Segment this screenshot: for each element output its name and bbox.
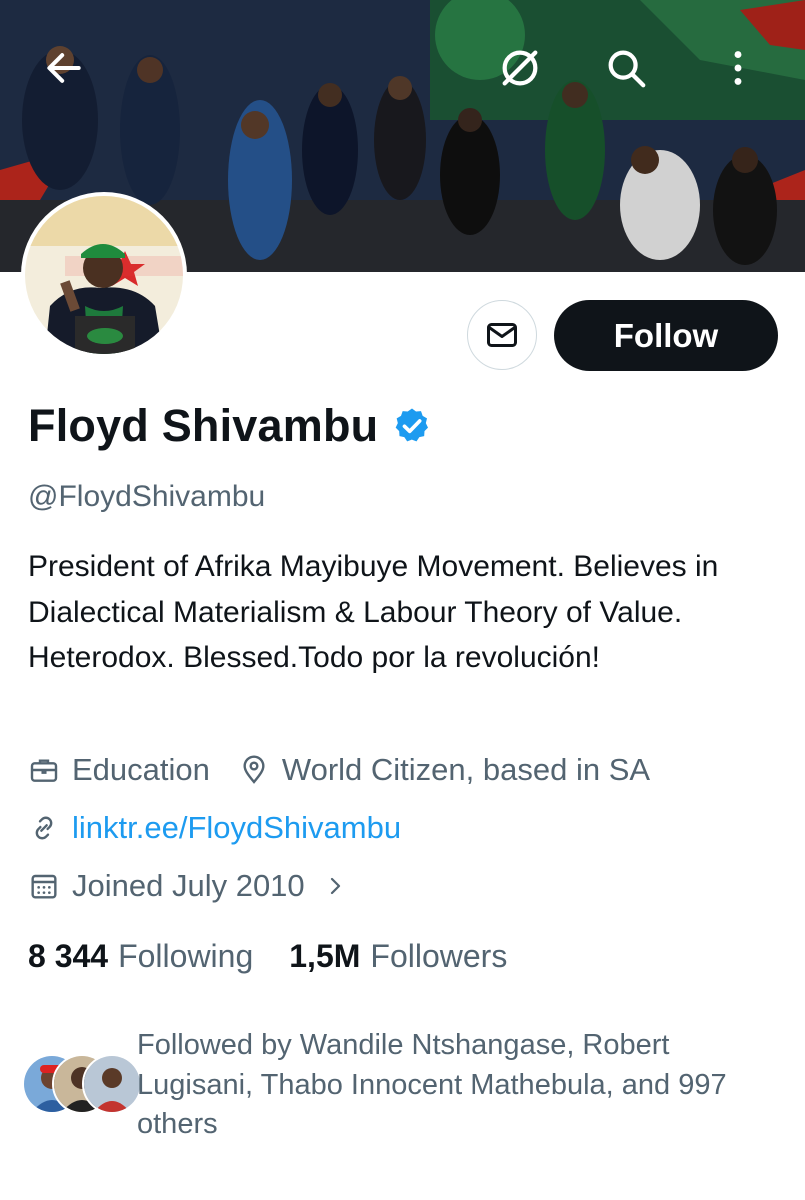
joined-row[interactable]: Joined July 2010 [28,868,359,904]
back-arrow-icon [47,53,81,83]
website-row: linktr.ee/FloydShivambu [28,810,401,846]
profile-bio: President of Afrika Mayibuye Movement. B… [28,550,719,674]
following-label: Following [118,938,254,974]
message-button[interactable] [467,300,537,370]
grok-button[interactable] [496,44,544,92]
chevron-right-icon [323,872,347,900]
location-pin-icon [238,754,270,786]
profile-handle: @FloydShivambu [28,480,266,513]
calendar-icon [28,870,60,902]
briefcase-icon [28,754,60,786]
follow-stats: 8 344 Following 1,5M Followers [28,938,507,975]
website-link[interactable]: linktr.ee/FloydShivambu [72,810,401,846]
back-button[interactable] [40,44,88,92]
following-stat[interactable]: 8 344 Following [28,938,253,975]
followers-stat[interactable]: 1,5M Followers [289,938,507,975]
joined-label: Joined July 2010 [72,868,305,903]
followers-count: 1,5M [289,938,361,974]
search-button[interactable] [602,44,650,92]
category-label: Education [72,752,210,787]
profile-avatar[interactable] [21,192,187,358]
message-icon [487,323,517,347]
following-count: 8 344 [28,938,109,974]
more-icon [734,51,742,85]
link-icon [28,812,60,844]
more-button[interactable] [714,44,762,92]
location-label: World Citizen, based in SA [281,752,651,787]
avatar-image [25,196,183,354]
follow-button[interactable]: Follow [554,300,778,371]
profile-name: Floyd Shivambu [28,400,432,452]
display-name: Floyd Shivambu [28,400,379,451]
grok-icon [502,50,538,86]
avatar [82,1054,142,1114]
followed-by-avatars[interactable] [22,1054,142,1114]
search-icon [608,50,646,88]
verified-badge-icon[interactable] [392,406,432,446]
followed-by-text[interactable]: Followed by Wandile Ntshangase, Robert L… [137,1026,787,1145]
category-row: Education World Citizen, based in SA [28,752,650,788]
followers-label: Followers [370,938,508,974]
